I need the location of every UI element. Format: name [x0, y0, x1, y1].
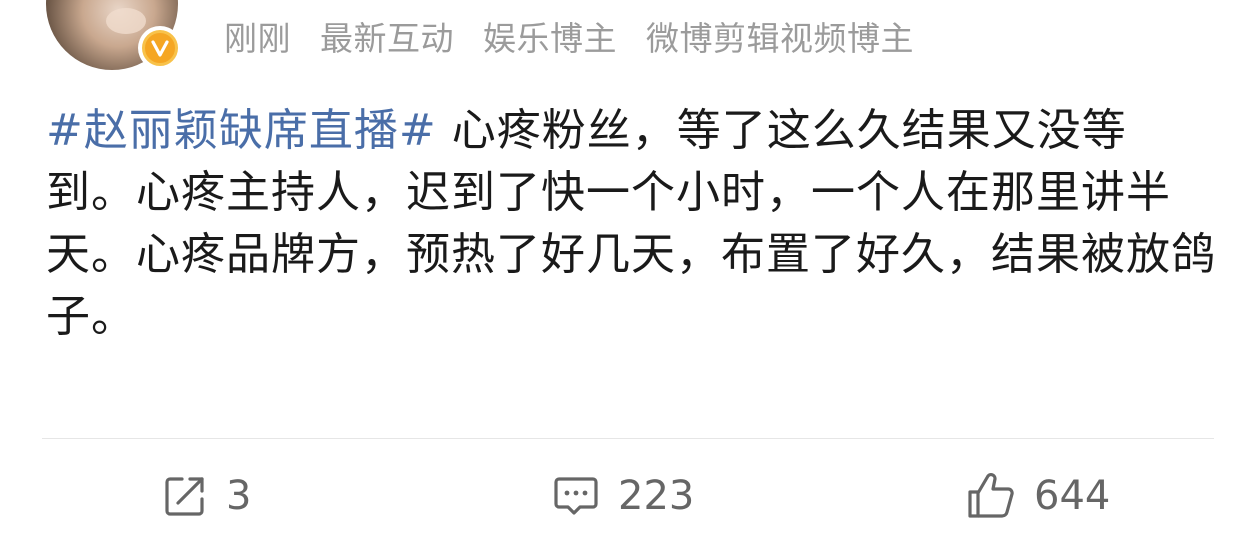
hashtag-link[interactable]: #赵丽颖缺席直播#: [46, 105, 437, 156]
divider: [42, 438, 1214, 439]
repost-count: 3: [226, 473, 252, 519]
like-icon: [968, 473, 1014, 518]
action-bar: 3 223 644: [0, 466, 1260, 526]
verified-badge-icon: [138, 26, 182, 70]
post-meta: 刚刚 最新互动 娱乐博主 微博剪辑视频博主: [224, 12, 932, 60]
weibo-post-card: 刚刚 最新互动 娱乐博主 微博剪辑视频博主 #赵丽颖缺席直播# 心疼粉丝，等了这…: [0, 0, 1260, 545]
user-tag-video-editor: 微博剪辑视频博主: [646, 19, 914, 58]
repost-button[interactable]: 3: [162, 466, 251, 526]
comment-count: 223: [618, 473, 695, 519]
repost-icon: [165, 477, 204, 516]
like-button[interactable]: 644: [966, 466, 1110, 526]
post-source: 最新互动: [320, 19, 454, 58]
post-content: #赵丽颖缺席直播# 心疼粉丝，等了这么久结果又没等到。心疼主持人，迟到了快一个小…: [46, 100, 1216, 348]
comment-icon: [554, 477, 598, 515]
comment-button[interactable]: 223: [552, 466, 694, 526]
user-tag-entertainment: 娱乐博主: [483, 19, 617, 58]
like-count: 644: [1034, 473, 1111, 519]
post-time: 刚刚: [224, 19, 291, 58]
avatar-container[interactable]: [46, 0, 182, 70]
